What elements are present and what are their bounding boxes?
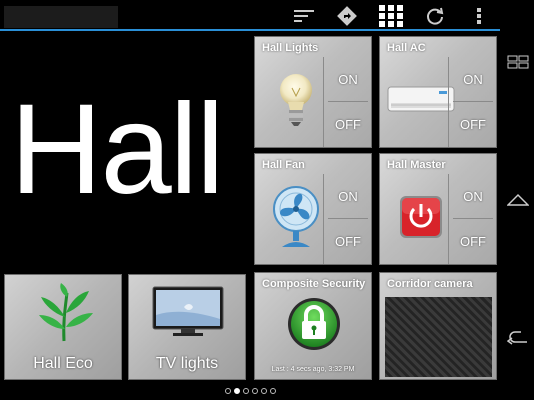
on-off-switch: ON OFF bbox=[323, 174, 371, 264]
tile-label: TV lights bbox=[155, 355, 219, 372]
power-icon bbox=[386, 182, 456, 252]
off-button[interactable]: OFF bbox=[449, 102, 496, 146]
tile-hall-fan[interactable]: Hall Fan ON OFF bbox=[254, 153, 372, 265]
directions-icon[interactable] bbox=[332, 3, 362, 29]
overflow-menu-icon[interactable] bbox=[464, 3, 494, 29]
page-dot[interactable] bbox=[252, 388, 258, 394]
on-button[interactable]: ON bbox=[324, 57, 371, 101]
page-dot[interactable] bbox=[243, 388, 249, 394]
air-conditioner-icon bbox=[386, 65, 456, 135]
tile-title: Hall Lights bbox=[262, 42, 319, 54]
television-icon bbox=[151, 285, 225, 344]
tile-title: Composite Security bbox=[262, 278, 366, 290]
tile-title: Hall Fan bbox=[262, 159, 305, 171]
tile-title: Hall AC bbox=[387, 42, 426, 54]
home-icon[interactable] bbox=[504, 188, 532, 212]
off-button[interactable]: OFF bbox=[449, 219, 496, 263]
camera-feed[interactable] bbox=[385, 297, 492, 377]
page-indicator bbox=[225, 388, 276, 396]
on-button[interactable]: ON bbox=[449, 174, 496, 218]
tile-composite-security[interactable]: Composite Security Last : 4 secs ago, 3:… bbox=[254, 272, 372, 380]
sort-icon[interactable] bbox=[289, 3, 319, 29]
room-name: Hall bbox=[10, 78, 225, 221]
recent-apps-icon[interactable] bbox=[504, 50, 532, 74]
on-button[interactable]: ON bbox=[324, 174, 371, 218]
on-off-switch: ON OFF bbox=[323, 57, 371, 147]
on-button[interactable]: ON bbox=[449, 57, 496, 101]
grid-icon[interactable] bbox=[376, 3, 406, 29]
back-icon[interactable] bbox=[504, 325, 532, 349]
security-status-text: Last : 4 secs ago, 3:32 PM bbox=[271, 366, 355, 373]
refresh-icon[interactable] bbox=[420, 3, 450, 29]
light-bulb-icon bbox=[261, 65, 331, 135]
page-dot[interactable] bbox=[270, 388, 276, 394]
page-dot[interactable] bbox=[225, 388, 231, 394]
off-button[interactable]: OFF bbox=[324, 219, 371, 263]
tile-title: Corridor camera bbox=[387, 278, 473, 290]
tile-corridor-camera[interactable]: Corridor camera bbox=[379, 272, 497, 380]
tile-hall-eco[interactable]: Hall Eco bbox=[4, 274, 122, 380]
system-navigation-bar bbox=[500, 0, 534, 400]
page-dot-active[interactable] bbox=[234, 388, 240, 394]
page-dot[interactable] bbox=[261, 388, 267, 394]
action-bar-title-area bbox=[4, 6, 118, 28]
on-off-switch: ON OFF bbox=[448, 174, 496, 264]
tile-hall-master[interactable]: Hall Master ON OFF bbox=[379, 153, 497, 265]
off-button[interactable]: OFF bbox=[324, 102, 371, 146]
tile-hall-lights[interactable]: Hall Lights ON OFF bbox=[254, 36, 372, 148]
fan-icon bbox=[261, 182, 331, 252]
on-off-switch: ON OFF bbox=[448, 57, 496, 147]
plant-icon bbox=[29, 283, 99, 348]
tile-label: Hall Eco bbox=[33, 355, 93, 372]
tile-hall-ac[interactable]: Hall AC ON OFF bbox=[379, 36, 497, 148]
tile-title: Hall Master bbox=[387, 159, 446, 171]
tile-tv-lights[interactable]: TV lights bbox=[128, 274, 246, 380]
action-bar bbox=[0, 0, 500, 31]
action-bar-accent-line bbox=[0, 29, 500, 31]
lock-icon bbox=[287, 297, 341, 356]
